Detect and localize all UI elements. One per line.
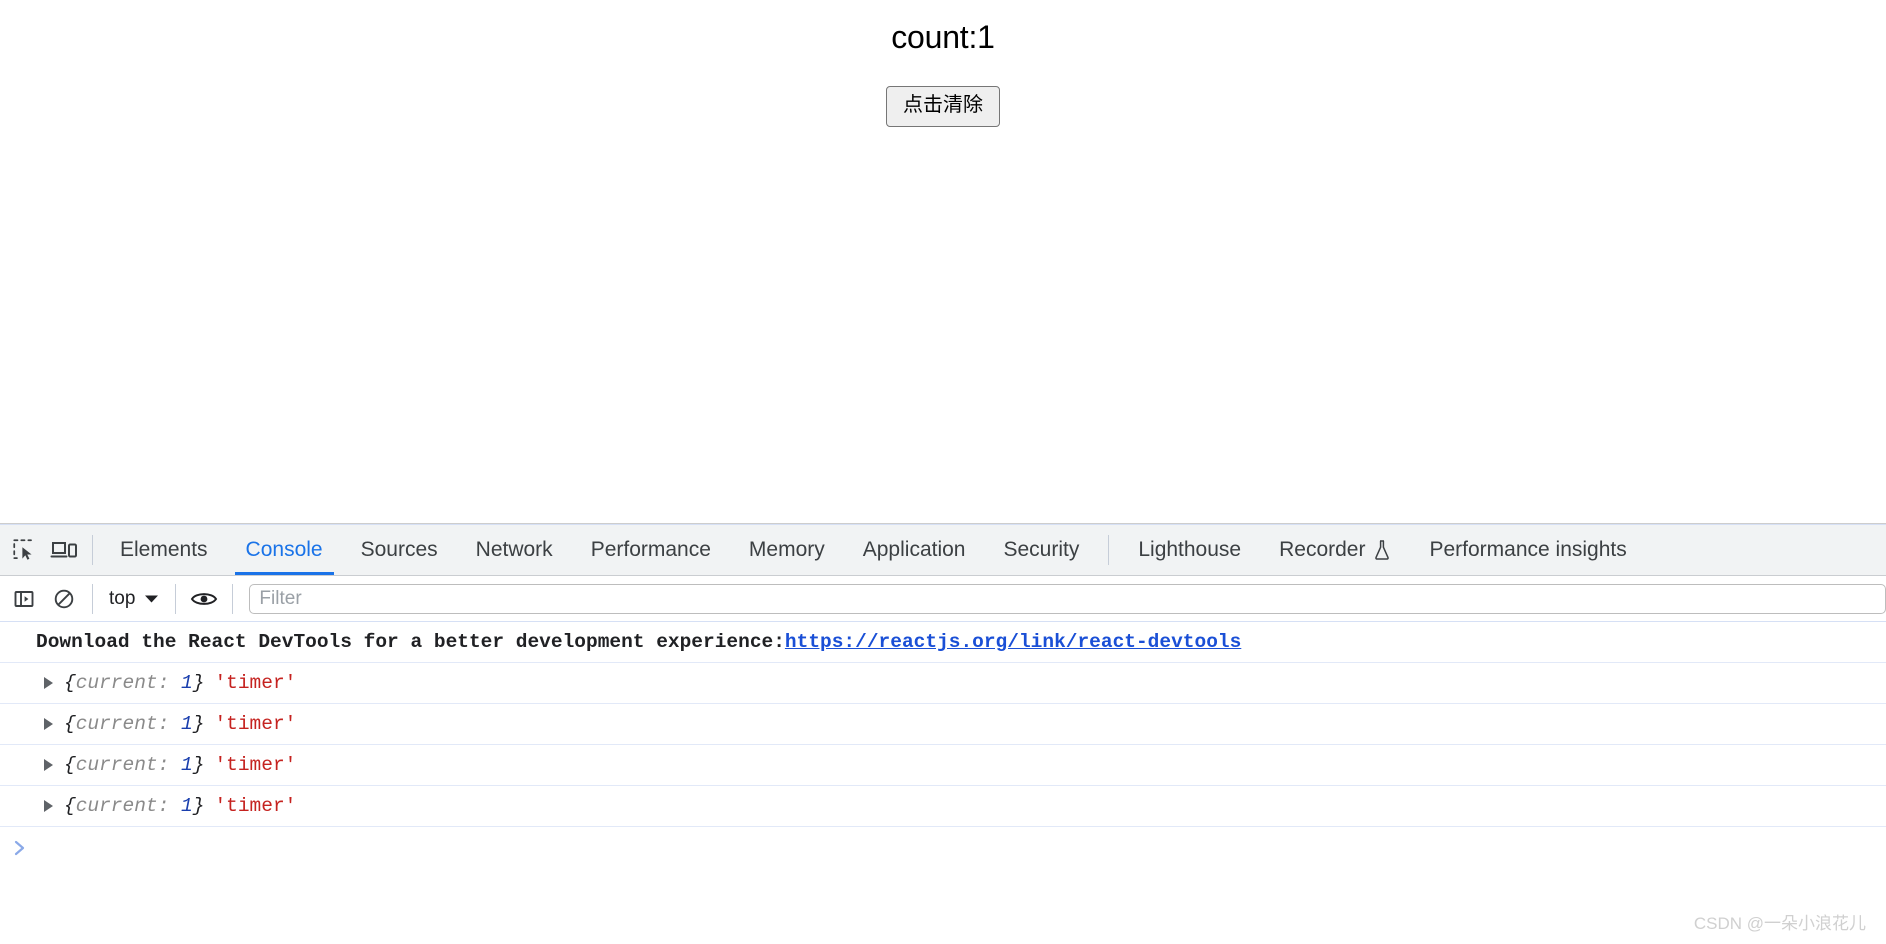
disclosure-triangle-icon[interactable]: [44, 677, 53, 689]
tab-performance[interactable]: Performance: [572, 524, 730, 575]
object-brace-open: {: [64, 795, 76, 817]
devtools-panel: Elements Console Sources Network Perform…: [0, 523, 1886, 944]
console-filter-input[interactable]: [249, 583, 1886, 614]
disclosure-triangle-icon[interactable]: [44, 800, 53, 812]
tab-memory[interactable]: Memory: [730, 524, 844, 575]
object-brace-close: }: [192, 754, 205, 776]
execution-context-value: top: [109, 587, 136, 609]
tab-label: Elements: [120, 537, 208, 561]
disclosure-triangle-icon[interactable]: [44, 759, 53, 771]
tab-label: Security: [1003, 537, 1080, 561]
object-value: 1: [181, 795, 193, 817]
console-message-react-devtools: Download the React DevTools for a better…: [0, 622, 1886, 663]
object-key: current:: [75, 672, 170, 694]
tab-application[interactable]: Application: [844, 524, 985, 575]
tab-network[interactable]: Network: [457, 524, 572, 575]
object-key: current:: [75, 754, 170, 776]
object-label-string: 'timer': [214, 672, 297, 694]
devtools-tabbar: Elements Console Sources Network Perform…: [0, 524, 1886, 576]
tab-elements[interactable]: Elements: [101, 524, 227, 575]
console-message-text: Download the React DevTools for a better…: [36, 631, 785, 653]
tab-label: Console: [245, 537, 323, 561]
object-brace-open: {: [64, 672, 76, 694]
tabbar-divider: [92, 534, 93, 565]
console-message-object: {current: 1} 'timer': [0, 745, 1886, 786]
experimental-flask-icon: [1373, 539, 1391, 561]
clear-timer-button[interactable]: 点击清除: [886, 86, 1000, 128]
object-brace-open: {: [64, 754, 76, 776]
tab-security[interactable]: Security: [984, 524, 1098, 575]
console-toolbar: top: [0, 576, 1886, 622]
object-label-string: 'timer': [214, 795, 297, 817]
tab-label: Performance insights: [1429, 537, 1627, 561]
tab-label: Application: [862, 537, 966, 561]
console-message-object: {current: 1} 'timer': [0, 704, 1886, 745]
console-message-object: {current: 1} 'timer': [0, 663, 1886, 704]
tab-performance-insights[interactable]: Performance insights: [1410, 524, 1645, 575]
object-value: 1: [181, 713, 193, 735]
app-root: count:1 点击清除: [0, 0, 1886, 128]
tab-label: Network: [475, 537, 553, 561]
object-label-string: 'timer': [214, 713, 297, 735]
tab-lighthouse[interactable]: Lighthouse: [1119, 524, 1260, 575]
react-devtools-link[interactable]: https://reactjs.org/link/react-devtools: [785, 622, 1241, 662]
object-brace-close: }: [192, 795, 205, 817]
live-expression-eye-icon[interactable]: [184, 579, 224, 619]
object-value: 1: [181, 672, 193, 694]
clear-console-icon[interactable]: [44, 579, 84, 619]
console-prompt[interactable]: [0, 827, 1886, 873]
prompt-chevron-icon: [12, 839, 28, 861]
inspect-element-icon[interactable]: [4, 530, 44, 570]
tab-sources[interactable]: Sources: [342, 524, 457, 575]
console-toolbar-divider-3: [232, 583, 234, 614]
object-brace-close: }: [192, 672, 205, 694]
console-message-object: {current: 1} 'timer': [0, 786, 1886, 827]
object-key: current:: [75, 713, 170, 735]
console-message-list: Download the React DevTools for a better…: [0, 622, 1886, 944]
tab-label: Performance: [590, 537, 711, 561]
tab-label: Sources: [360, 537, 438, 561]
execution-context-select[interactable]: top: [101, 588, 167, 610]
tab-recorder[interactable]: Recorder: [1260, 524, 1410, 575]
tab-console[interactable]: Console: [227, 524, 342, 575]
object-key: current:: [75, 795, 170, 817]
object-brace-open: {: [64, 713, 76, 735]
count-heading: count:1: [891, 19, 995, 55]
tab-label: Lighthouse: [1138, 537, 1242, 561]
object-value: 1: [181, 754, 193, 776]
object-brace-close: }: [192, 713, 205, 735]
tab-label: Recorder: [1279, 537, 1366, 561]
console-toolbar-divider-2: [175, 583, 177, 614]
device-toolbar-icon[interactable]: [44, 530, 84, 570]
tabbar-group-divider: [1108, 534, 1110, 565]
console-toolbar-divider-1: [92, 583, 93, 614]
chevron-down-icon: [144, 588, 159, 610]
disclosure-triangle-icon[interactable]: [44, 718, 53, 730]
console-sidebar-icon[interactable]: [4, 579, 44, 619]
tab-label: Memory: [748, 537, 825, 561]
page-viewport: count:1 点击清除: [0, 0, 1886, 523]
object-label-string: 'timer': [214, 754, 297, 776]
